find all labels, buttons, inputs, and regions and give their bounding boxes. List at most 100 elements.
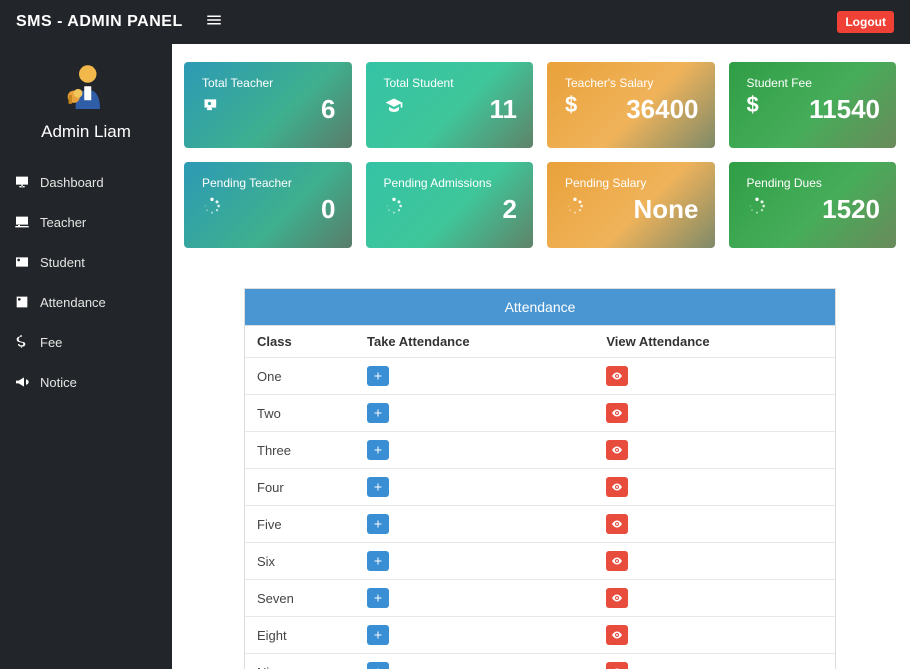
class-cell: Two	[245, 395, 355, 432]
nav-item-teacher[interactable]: Teacher	[0, 202, 172, 242]
card-value: 6	[202, 96, 336, 122]
nav-item-student[interactable]: Student	[0, 242, 172, 282]
nav-label: Teacher	[40, 215, 86, 230]
view-cell	[594, 358, 835, 395]
take-cell	[355, 358, 594, 395]
view-attendance-button[interactable]	[606, 440, 628, 460]
take-cell	[355, 506, 594, 543]
card-pending-teacher[interactable]: Pending Teacher 0	[184, 162, 352, 248]
card-label: Total Student	[384, 76, 518, 90]
card-value: 2	[384, 196, 518, 222]
table-row: Two	[245, 395, 835, 432]
take-cell	[355, 469, 594, 506]
card-value: 11540	[747, 96, 881, 122]
teacher-icon	[202, 96, 222, 121]
layout: Admin Liam Dashboard Teacher Student Att…	[0, 44, 910, 669]
table-row: Eight	[245, 617, 835, 654]
logout-button[interactable]: Logout	[837, 11, 894, 33]
table-row: One	[245, 358, 835, 395]
table-row: Five	[245, 506, 835, 543]
attendance-title: Attendance	[245, 289, 835, 325]
col-view: View Attendance	[594, 326, 835, 358]
card-value: None	[565, 196, 699, 222]
class-cell: Nine	[245, 654, 355, 669]
dollar-icon	[14, 334, 30, 350]
card-label: Student Fee	[747, 76, 881, 90]
take-attendance-button[interactable]	[367, 403, 389, 423]
view-attendance-button[interactable]	[606, 551, 628, 571]
table-row: Six	[245, 543, 835, 580]
table-row: Three	[245, 432, 835, 469]
col-class: Class	[245, 326, 355, 358]
topbar: SMS - ADMIN PANEL Logout	[0, 0, 910, 44]
take-cell	[355, 395, 594, 432]
nav-label: Fee	[40, 335, 62, 350]
card-pending-dues[interactable]: Pending Dues 1520	[729, 162, 897, 248]
card-value: 1520	[747, 196, 881, 222]
view-attendance-button[interactable]	[606, 514, 628, 534]
class-cell: Six	[245, 543, 355, 580]
view-attendance-button[interactable]	[606, 366, 628, 386]
card-label: Total Teacher	[202, 76, 336, 90]
take-attendance-button[interactable]	[367, 514, 389, 534]
view-attendance-button[interactable]	[606, 625, 628, 645]
take-attendance-button[interactable]	[367, 366, 389, 386]
view-cell	[594, 395, 835, 432]
view-attendance-button[interactable]	[606, 477, 628, 497]
nav-item-attendance[interactable]: Attendance	[0, 282, 172, 322]
view-cell	[594, 432, 835, 469]
take-attendance-button[interactable]	[367, 477, 389, 497]
class-cell: Four	[245, 469, 355, 506]
take-cell	[355, 580, 594, 617]
take-attendance-button[interactable]	[367, 551, 389, 571]
menu-toggle-icon[interactable]	[205, 11, 223, 34]
nav-label: Attendance	[40, 295, 106, 310]
attendance-panel: Attendance Class Take Attendance View At…	[244, 288, 836, 669]
monitor-icon	[14, 174, 30, 190]
dollar-sign-icon: $	[565, 92, 577, 118]
card-total-student[interactable]: Total Student 11	[366, 62, 534, 148]
sidebar: Admin Liam Dashboard Teacher Student Att…	[0, 44, 172, 669]
card-label: Pending Admissions	[384, 176, 518, 190]
card-student-fee[interactable]: Student Fee $ 11540	[729, 62, 897, 148]
view-cell	[594, 654, 835, 669]
card-pending-admissions[interactable]: Pending Admissions 2	[366, 162, 534, 248]
card-label: Pending Dues	[747, 176, 881, 190]
user-card-icon	[14, 254, 30, 270]
card-teacher-salary[interactable]: Teacher's Salary $ 36400	[547, 62, 715, 148]
nav-item-notice[interactable]: Notice	[0, 362, 172, 402]
take-attendance-button[interactable]	[367, 662, 389, 669]
view-attendance-button[interactable]	[606, 662, 628, 669]
take-attendance-button[interactable]	[367, 625, 389, 645]
card-value: 11	[384, 96, 518, 122]
card-label: Pending Salary	[565, 176, 699, 190]
nav-item-fee[interactable]: Fee	[0, 322, 172, 362]
table-row: Nine	[245, 654, 835, 669]
class-cell: Eight	[245, 617, 355, 654]
view-cell	[594, 580, 835, 617]
attendance-table: Class Take Attendance View Attendance On…	[245, 325, 835, 669]
nav-list: Dashboard Teacher Student Attendance Fee…	[0, 162, 172, 402]
view-cell	[594, 617, 835, 654]
card-label: Teacher's Salary	[565, 76, 699, 90]
take-cell	[355, 432, 594, 469]
spinner-icon	[202, 196, 222, 221]
card-value: 36400	[565, 96, 699, 122]
view-cell	[594, 506, 835, 543]
stat-cards: Total Teacher 6 Total Student 11 Teacher…	[184, 62, 896, 248]
dollar-sign-icon: $	[747, 92, 759, 118]
class-cell: Three	[245, 432, 355, 469]
chalkboard-icon	[14, 214, 30, 230]
nav-label: Dashboard	[40, 175, 104, 190]
app-brand: SMS - ADMIN PANEL	[16, 13, 183, 31]
class-cell: One	[245, 358, 355, 395]
card-total-teacher[interactable]: Total Teacher 6	[184, 62, 352, 148]
nav-item-dashboard[interactable]: Dashboard	[0, 162, 172, 202]
view-attendance-button[interactable]	[606, 588, 628, 608]
take-attendance-button[interactable]	[367, 588, 389, 608]
user-name: Admin Liam	[0, 122, 172, 142]
view-attendance-button[interactable]	[606, 403, 628, 423]
take-attendance-button[interactable]	[367, 440, 389, 460]
id-badge-icon	[14, 294, 30, 310]
card-pending-salary[interactable]: Pending Salary None	[547, 162, 715, 248]
